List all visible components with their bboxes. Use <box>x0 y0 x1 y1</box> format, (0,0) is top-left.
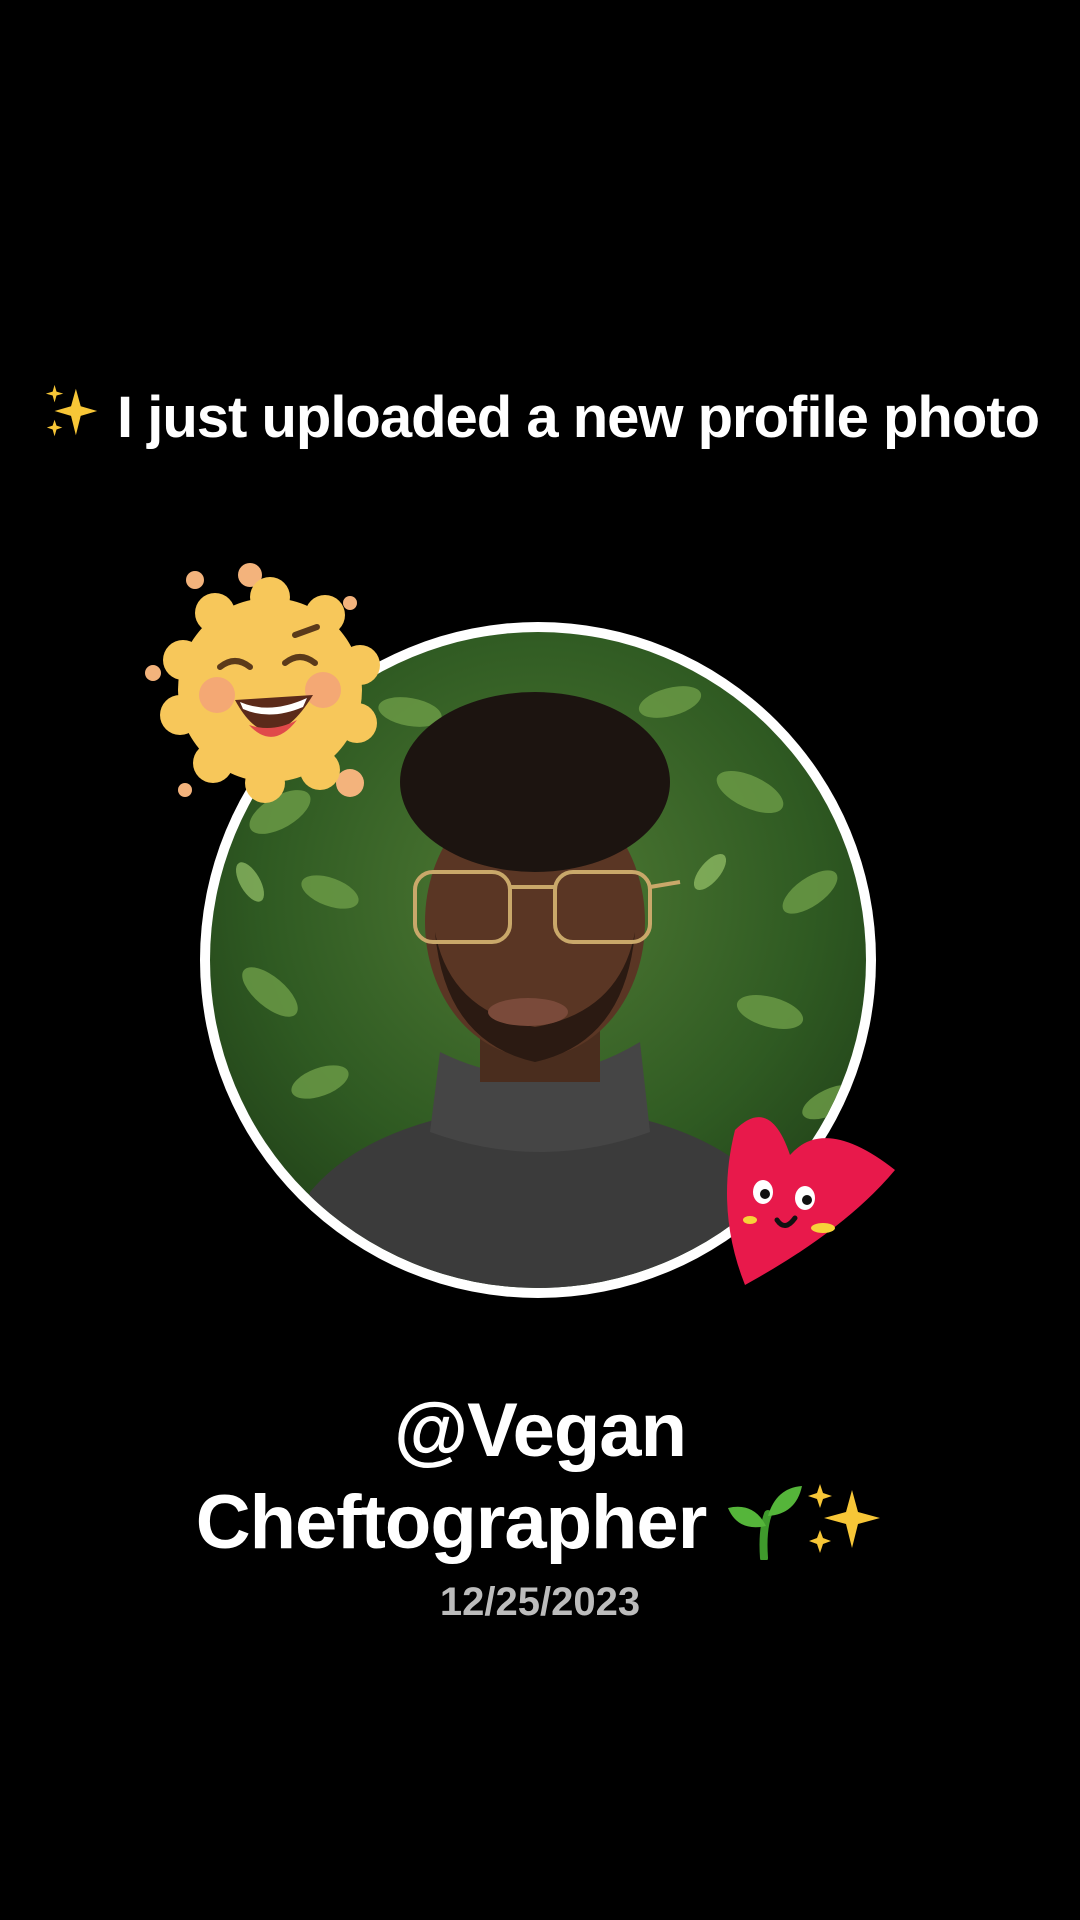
announcement-label: I just uploaded a new profile photo <box>117 385 1040 450</box>
username: @Vegan Cheftographer <box>0 1385 1080 1569</box>
username-label: Cheftographer <box>195 1480 708 1565</box>
announcement-text: I just uploaded a new profile photo <box>0 380 1080 456</box>
username-line-2: Cheftographer <box>0 1477 1080 1569</box>
smiling-heart-icon <box>727 1117 895 1285</box>
sparkles-icon <box>808 1484 881 1553</box>
laughing-sun-icon <box>145 563 380 803</box>
seedling-icon <box>728 1486 803 1560</box>
sparkles-icon <box>45 384 98 437</box>
post-date: 12/25/2023 <box>439 1580 641 1624</box>
username-line-1: @Vegan <box>394 1388 687 1473</box>
